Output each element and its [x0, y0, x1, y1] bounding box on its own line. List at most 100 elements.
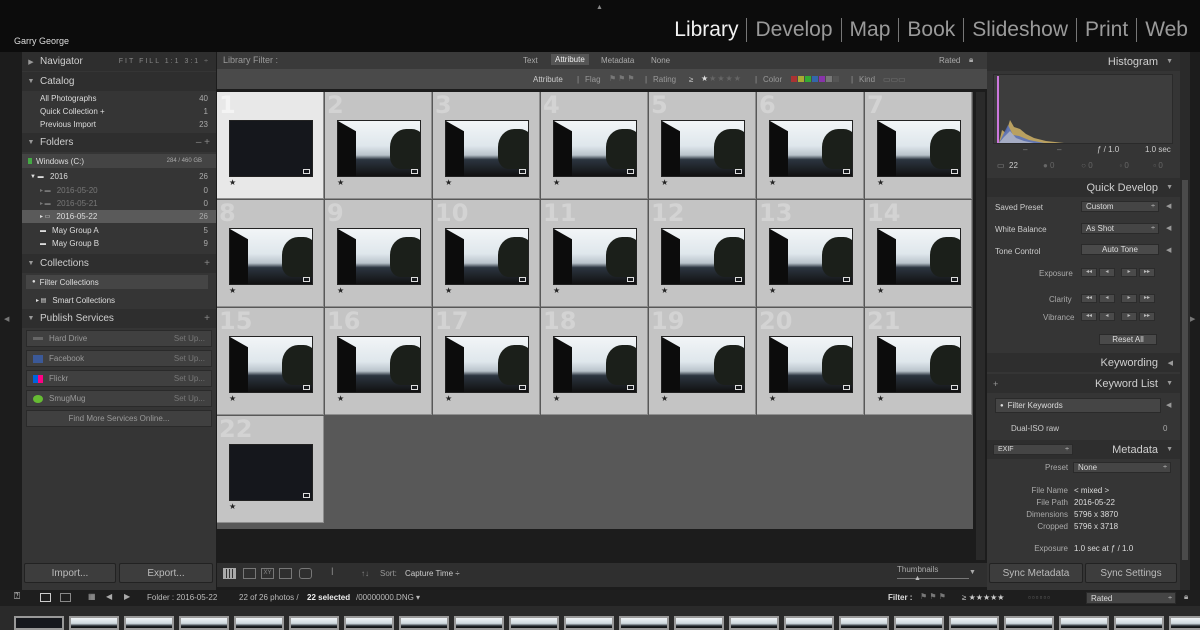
service-facebook[interactable]: Facebook Set Up... — [26, 350, 212, 367]
kind-filter-icons[interactable]: ▭▭▭ — [883, 75, 906, 84]
grid-cell[interactable]: 7 ★ — [865, 91, 972, 199]
star-rating-icon[interactable]: ★ — [445, 178, 452, 187]
loupe-view-icon[interactable] — [243, 568, 256, 579]
filmstrip-thumbnail[interactable] — [509, 616, 559, 630]
photo-thumbnail[interactable] — [769, 228, 853, 285]
smart-collections-item[interactable]: ▸ ▤ Smart Collections — [22, 294, 216, 307]
filmstrip-thumbnail[interactable] — [1059, 616, 1109, 630]
filter-preset-dropdown[interactable]: Rated ÷ — [1086, 592, 1176, 604]
grid-cell[interactable]: 18 ★ — [541, 307, 648, 415]
module-develop[interactable]: Develop — [747, 18, 840, 42]
module-web[interactable]: Web — [1137, 18, 1188, 42]
catalog-previous-import[interactable]: Previous Import 23 — [22, 118, 216, 131]
add-keyword-icon[interactable]: + — [993, 379, 998, 389]
grid-cell[interactable]: 20 ★ — [757, 307, 864, 415]
grid-cell[interactable]: 16 ★ — [325, 307, 432, 415]
collapse-triangle-icon[interactable]: ◀ — [1166, 202, 1171, 210]
module-library[interactable]: Library — [666, 18, 746, 42]
zoom-1-1[interactable]: 1:1 — [165, 58, 181, 65]
photo-thumbnail[interactable] — [769, 336, 853, 393]
photo-thumbnail[interactable] — [229, 228, 313, 285]
photo-thumbnail[interactable] — [337, 228, 421, 285]
grid-cell[interactable]: 1 ★ — [217, 91, 324, 199]
zoom-fill[interactable]: FILL — [139, 58, 161, 65]
filmstrip-thumbnail[interactable] — [179, 616, 229, 630]
grid-cell[interactable]: 5 ★ — [649, 91, 756, 199]
filmstrip-thumbnail[interactable] — [344, 616, 394, 630]
photo-thumbnail[interactable] — [661, 336, 745, 393]
star-rating-icon[interactable]: ★ — [337, 286, 344, 295]
metadata-field-value[interactable]: < mixed > — [1074, 486, 1109, 495]
sync-settings-button[interactable]: Sync Settings — [1085, 563, 1177, 583]
sort-direction-icon[interactable]: ↑↓ — [361, 569, 369, 578]
star-rating-icon[interactable]: ★ — [661, 178, 668, 187]
filmstrip-thumbnail[interactable] — [1169, 616, 1200, 630]
zoom-dropdown-icon[interactable]: ÷ — [204, 58, 210, 65]
metadata-field-value[interactable]: 1.0 sec at ƒ / 1.0 — [1074, 544, 1133, 553]
folder-item-2016[interactable]: ▼ ▬ 2016 26 — [22, 170, 216, 183]
star-rating-icon[interactable]: ★ — [769, 178, 776, 187]
auto-tone-button[interactable]: Auto Tone — [1081, 244, 1159, 255]
keywording-header[interactable]: Keywording ◀ — [987, 353, 1180, 372]
color-label-swatches[interactable] — [791, 76, 839, 82]
collapse-top-arrow-icon[interactable]: ▲ — [596, 4, 603, 11]
photo-thumbnail[interactable] — [445, 228, 529, 285]
vibrance-increase-large-button[interactable]: ▸▸ — [1139, 312, 1155, 321]
vibrance-increase-small-button[interactable]: ▸ — [1121, 312, 1137, 321]
keyword-item-label[interactable]: Dual-ISO raw — [1011, 424, 1059, 433]
thumbnail-size-slider-handle[interactable]: ▲ — [914, 575, 921, 582]
exposure-decrease-small-button[interactable]: ◂ — [1099, 268, 1115, 277]
filter-keywords-field[interactable]: ● Filter Keywords — [995, 398, 1161, 413]
keyword-list-header[interactable]: + Keyword List ▼ — [987, 374, 1180, 393]
service-flickr[interactable]: Flickr Set Up... — [26, 370, 212, 387]
white-balance-dropdown[interactable]: As Shot ÷ — [1081, 223, 1159, 234]
grid-cell[interactable]: 14 ★ — [865, 199, 972, 307]
folder-item-2016-05-22[interactable]: ▸ ▭ 2016-05-22 26 — [22, 210, 216, 223]
photo-thumbnail[interactable] — [877, 336, 961, 393]
exposure-increase-small-button[interactable]: ▸ — [1121, 268, 1137, 277]
find-more-services-button[interactable]: Find More Services Online... — [26, 410, 212, 427]
service-smugmug[interactable]: SmugMug Set Up... — [26, 390, 212, 407]
catalog-header[interactable]: ▼ Catalog — [22, 72, 216, 91]
star-rating-icon[interactable]: ★ — [229, 394, 236, 403]
export-button[interactable]: Export... — [119, 563, 213, 583]
photo-thumbnail[interactable] — [553, 120, 637, 177]
sort-dropdown[interactable]: Capture Time ÷ — [405, 569, 460, 578]
filmstrip-thumbnail[interactable] — [839, 616, 889, 630]
navigator-header[interactable]: ▶ Navigator FIT FILL 1:1 3:1 ÷ — [22, 52, 216, 71]
folder-item-may-group-a[interactable]: ▬ May Group A 5 — [22, 224, 216, 237]
clarity-increase-large-button[interactable]: ▸▸ — [1139, 294, 1155, 303]
photo-thumbnail[interactable] — [445, 120, 529, 177]
star-rating-icon[interactable]: ★ — [553, 394, 560, 403]
photo-thumbnail[interactable] — [337, 120, 421, 177]
photo-thumbnail[interactable] — [661, 120, 745, 177]
source-folder-label[interactable]: Folder : 2016-05-22 — [147, 593, 217, 602]
photo-thumbnail[interactable] — [661, 228, 745, 285]
filmstrip-thumbnail[interactable] — [674, 616, 724, 630]
collapse-triangle-icon[interactable]: ◀ — [1166, 401, 1171, 409]
rating-filter-stars-icon[interactable]: ★★★★★ — [701, 74, 742, 83]
survey-view-icon[interactable] — [279, 568, 292, 579]
filmstrip-thumbnail[interactable] — [124, 616, 174, 630]
grid-cell[interactable]: 9 ★ — [325, 199, 432, 307]
star-rating-icon[interactable]: ★ — [877, 178, 884, 187]
exposure-decrease-large-button[interactable]: ◂◂ — [1081, 268, 1097, 277]
filmstrip-thumbnail[interactable] — [949, 616, 999, 630]
folders-header[interactable]: ▼ Folders – + — [22, 133, 216, 152]
grid-cell[interactable]: 22 ★ — [217, 415, 324, 523]
metadata-field-value[interactable]: 2016-05-22 — [1074, 498, 1115, 507]
collapse-triangle-icon[interactable]: ◀ — [1166, 246, 1171, 254]
exposure-increase-large-button[interactable]: ▸▸ — [1139, 268, 1155, 277]
module-book[interactable]: Book — [899, 18, 963, 42]
photo-thumbnail[interactable] — [553, 336, 637, 393]
star-rating-icon[interactable]: ★ — [337, 178, 344, 187]
filter-tab-attribute[interactable]: Attribute — [551, 54, 589, 65]
toolbar-menu-icon[interactable]: ▼ — [969, 569, 976, 576]
main-window-icon[interactable] — [40, 593, 51, 602]
rating-filter[interactable]: ≥ ★★★★★ — [962, 593, 1004, 602]
photo-thumbnail[interactable] — [553, 228, 637, 285]
grid-cell[interactable]: 3 ★ — [433, 91, 540, 199]
filmstrip-thumbnail[interactable] — [619, 616, 669, 630]
painter-icon[interactable]: ǀ — [331, 567, 334, 578]
catalog-quick-collection[interactable]: Quick Collection + 1 — [22, 105, 216, 118]
